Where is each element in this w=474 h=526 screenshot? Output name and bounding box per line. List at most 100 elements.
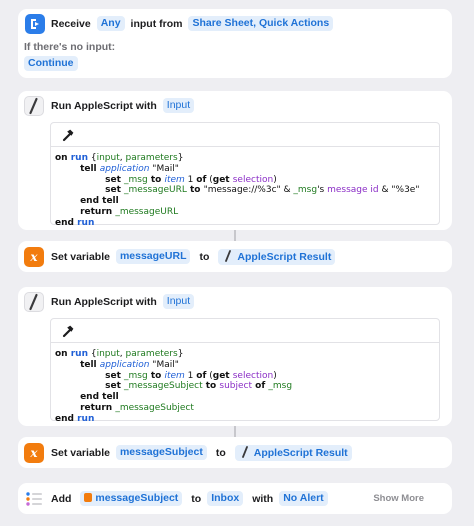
code-token: on [55,349,71,359]
variable-value-text: AppleScript Result [253,446,348,459]
reminder-item-text: messageSubject [95,492,179,504]
receive-action-card[interactable]: Receive Any input from Share Sheet, Quic… [18,9,452,78]
with-label: with [252,492,274,505]
code-token: end [55,217,78,228]
code-token: _msg [124,174,148,185]
code-token: application [99,163,150,174]
input-type-token[interactable]: Any [96,16,125,31]
variable-value-token[interactable]: AppleScript Result [234,444,352,461]
code-token: "message://%3c" & [203,185,294,196]
variable-value-token[interactable]: AppleScript Result [218,248,336,265]
code-token: application [99,359,150,370]
code-token: & "%3e" [378,185,420,196]
to-label: to [215,446,226,459]
no-input-action-token[interactable]: Continue [24,56,78,71]
action-title: Run AppleScript with [51,99,157,112]
variable-name-token[interactable]: messageSubject [115,445,207,460]
code-token: _messageSubject [115,402,194,413]
alert-token[interactable]: No Alert [279,491,328,506]
code-token: on [55,153,71,163]
script-toolbar [51,319,439,343]
code-token: of [252,381,269,392]
receive-label: Receive [51,17,91,30]
code-token: _messageURL [115,206,179,217]
code-token: set [55,370,125,381]
code-line: tell application "Mail" [55,360,292,371]
set-variable-label: Set variable [51,250,110,263]
code-token: 1 [184,370,197,381]
code-token: parameters [125,349,178,359]
show-more-button[interactable]: Show More [373,493,424,504]
code-token: to [147,370,165,381]
code-token: "Mail" [149,163,179,174]
code-token: to [186,185,204,196]
code-line: set _msg to item 1 of (get selection) [55,371,292,382]
code-token: to [202,381,220,392]
code-token: subject [219,381,253,392]
script-editor[interactable]: on run {input, parameters} tell applicat… [50,318,440,424]
action-title: Run AppleScript with [51,295,157,308]
code-token: get [212,370,233,381]
variable-icon [84,493,93,502]
variable-icon: x [24,443,44,463]
code-token: input [96,349,120,359]
applescript-code[interactable]: on run {input, parameters} tell applicat… [55,153,419,229]
script-toolbar [51,123,439,147]
code-token: } [177,349,184,359]
run-applescript-card-1[interactable]: Run AppleScript with Input on run {input… [18,91,452,230]
hammer-icon[interactable] [61,324,75,338]
script-editor[interactable]: on run {input, parameters} tell applicat… [50,122,440,228]
code-token: set [55,381,125,392]
set-variable-card-1[interactable]: x Set variable messageURL to AppleScript… [18,241,452,272]
code-token: ) [273,370,277,381]
code-token: tell [55,163,100,174]
code-token: input [96,153,120,163]
code-token: run [77,217,95,228]
reminder-list-token[interactable]: Inbox [207,491,244,506]
reminders-list-icon [24,489,44,509]
input-token[interactable]: Input [162,98,195,113]
code-token: end [55,413,78,424]
code-line: end run [55,218,419,229]
code-line: end tell [55,392,292,403]
input-token[interactable]: Input [162,294,195,309]
add-reminder-card[interactable]: Add messageSubject to Inbox with No Aler… [18,483,452,514]
code-token: message id [327,185,379,196]
code-token: 1 [184,174,197,185]
hammer-icon[interactable] [61,128,75,142]
variable-icon: x [24,247,44,267]
set-variable-label: Set variable [51,446,110,459]
code-token: selection [232,370,274,381]
to-label: to [191,492,202,505]
code-token: run [70,153,88,163]
code-token: of [196,370,207,381]
code-token: "Mail" [149,359,179,370]
code-line: set _messageURL to "message://%3c" & _ms… [55,185,419,196]
input-sources-token[interactable]: Share Sheet, Quick Actions [188,16,334,31]
code-token: set [55,185,125,196]
code-token: to [147,174,165,185]
run-applescript-card-2[interactable]: Run AppleScript with Input on run {input… [18,287,452,426]
set-variable-card-2[interactable]: x Set variable messageSubject to AppleSc… [18,437,452,468]
no-input-label: If there's no input: [24,40,116,53]
code-token: _msg [124,370,148,381]
input-from-label: input from [130,17,183,30]
code-token: { [88,153,97,163]
applescript-code[interactable]: on run {input, parameters} tell applicat… [55,349,292,425]
code-token: return [55,206,116,217]
reminder-item-token[interactable]: messageSubject [80,491,183,506]
code-token: 's [317,185,328,196]
code-token: _msg [293,185,318,196]
code-token: item [164,174,185,185]
code-token: _messageURL [124,185,187,196]
code-line: set _msg to item 1 of (get selection) [55,175,419,186]
code-token: return [55,402,116,413]
variable-name-token[interactable]: messageURL [115,249,191,264]
code-line: return _messageURL [55,207,419,218]
code-token: run [70,349,88,359]
code-line: end run [55,414,292,425]
code-line: on run {input, parameters} [55,153,419,164]
code-token: { [88,349,97,359]
code-token: ) [273,174,277,185]
shortcuts-icon [25,14,45,34]
